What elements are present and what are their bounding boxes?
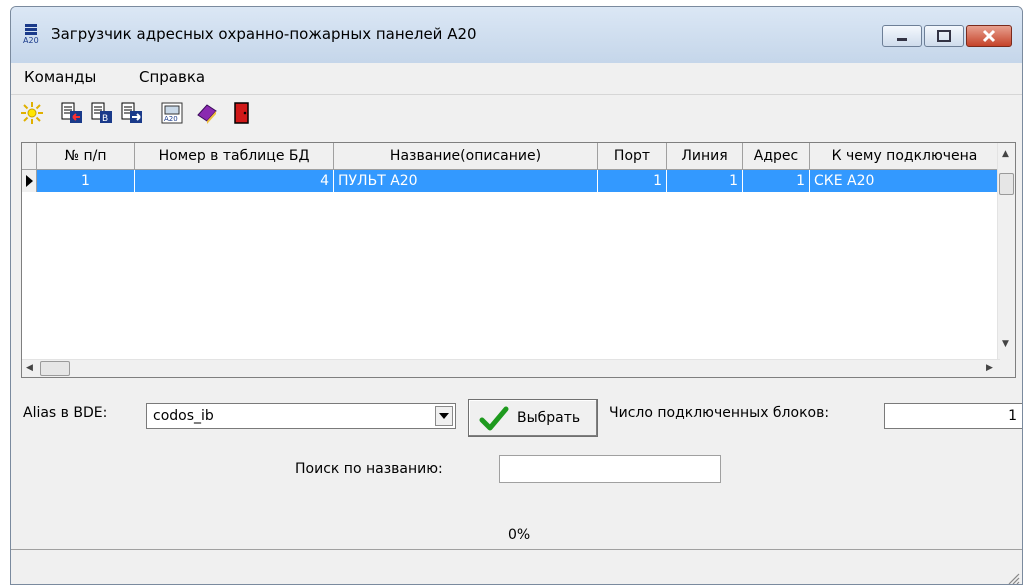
cell-connected-to[interactable]: СКЕ А20 — [810, 170, 1000, 192]
new-button[interactable] — [19, 100, 45, 126]
table-row[interactable]: 1 4 ПУЛЬТ А20 1 1 1 СКЕ А20 — [22, 170, 1000, 192]
header-col-number[interactable]: № п/п — [37, 143, 135, 169]
blocks-count-field[interactable]: 1 — [884, 403, 1022, 429]
progress-text: 0% — [508, 527, 531, 543]
maximize-button[interactable] — [924, 25, 964, 47]
alias-select[interactable]: codos_ib — [146, 403, 456, 429]
app-icon: A20 — [23, 24, 39, 44]
a20-panel-icon: A20 — [161, 102, 183, 124]
cell-db-number[interactable]: 4 — [135, 170, 334, 192]
scroll-left-icon[interactable]: ◀ — [26, 363, 33, 373]
vertical-scrollbar[interactable]: ▲ ▼ — [997, 143, 1015, 362]
svg-text:A20: A20 — [23, 36, 39, 44]
cell-line[interactable]: 1 — [667, 170, 743, 192]
svg-text:B: B — [102, 114, 108, 124]
window-title: Загрузчик адресных охранно-пожарных пане… — [51, 25, 477, 43]
exit-door-icon — [234, 102, 249, 124]
table-header: № п/п Номер в таблице БД Название(описан… — [22, 143, 1000, 170]
blocks-count-label: Число подключенных блоков: — [609, 405, 830, 421]
header-col-address[interactable]: Адрес — [743, 143, 810, 169]
header-col-name[interactable]: Название(описание) — [334, 143, 598, 169]
menu-commands[interactable]: Команды — [24, 68, 96, 86]
load-to-panel-button[interactable]: B — [89, 100, 115, 126]
menu-help[interactable]: Справка — [139, 68, 205, 86]
maximize-icon — [937, 30, 951, 42]
exit-button[interactable] — [229, 100, 255, 126]
minimize-button[interactable] — [882, 25, 922, 47]
close-icon — [982, 29, 996, 43]
search-input[interactable] — [499, 455, 721, 483]
select-button[interactable]: Выбрать — [468, 399, 598, 437]
vertical-scroll-thumb[interactable] — [999, 173, 1014, 195]
copy-panel-icon — [121, 102, 142, 123]
cell-number[interactable]: 1 — [37, 170, 135, 192]
cell-address[interactable]: 1 — [743, 170, 810, 192]
status-bar — [11, 549, 1022, 585]
header-col-db-number[interactable]: Номер в таблице БД — [135, 143, 334, 169]
close-button[interactable] — [966, 25, 1012, 47]
cell-port[interactable]: 1 — [598, 170, 667, 192]
header-col-connected-to[interactable]: К чему подключена — [810, 143, 1000, 169]
checkmark-icon — [479, 406, 509, 431]
toolbar: B A20 — [11, 94, 1022, 129]
header-col-port[interactable]: Порт — [598, 143, 667, 169]
header-indicator — [22, 143, 37, 169]
svg-text:A20: A20 — [164, 115, 178, 123]
load-from-panel-button[interactable] — [59, 100, 85, 126]
main-window: A20 Загрузчик адресных охранно-пожарных … — [10, 6, 1023, 585]
a20-panel-button[interactable]: A20 — [159, 100, 185, 126]
header-col-line[interactable]: Линия — [667, 143, 743, 169]
alias-dropdown-button[interactable] — [435, 406, 453, 426]
scroll-right-icon[interactable]: ▶ — [986, 363, 993, 373]
search-label: Поиск по названию: — [295, 461, 443, 477]
help-book-icon — [197, 104, 217, 124]
scroll-up-icon[interactable]: ▲ — [1002, 149, 1009, 159]
chevron-down-icon — [439, 413, 449, 419]
title-bar[interactable]: A20 Загрузчик адресных охранно-пожарных … — [11, 7, 1022, 63]
load-to-panel-icon: B — [91, 102, 112, 124]
select-button-label: Выбрать — [517, 410, 581, 426]
minimize-icon — [897, 38, 907, 41]
help-book-button[interactable] — [194, 100, 220, 126]
horizontal-scrollbar[interactable]: ◀ ▶ — [22, 359, 1000, 377]
horizontal-scroll-thumb[interactable] — [40, 361, 70, 376]
scrollbar-corner — [998, 360, 1015, 377]
devices-table[interactable]: № п/п Номер в таблице БД Название(описан… — [21, 142, 1016, 378]
resize-grip-icon[interactable] — [1006, 571, 1020, 585]
alias-label: Alias в BDE: — [23, 405, 108, 421]
menu-bar: Команды Справка — [11, 63, 1022, 91]
load-from-panel-icon — [61, 102, 82, 123]
scroll-down-icon[interactable]: ▼ — [1002, 339, 1009, 349]
copy-panel-button[interactable] — [119, 100, 145, 126]
sun-new-icon — [21, 102, 43, 124]
alias-select-value: codos_ib — [153, 408, 214, 424]
cell-name[interactable]: ПУЛЬТ А20 — [334, 170, 598, 192]
